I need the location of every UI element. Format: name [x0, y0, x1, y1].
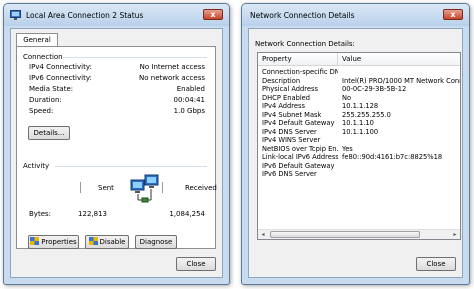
duration-label: Duration: — [29, 96, 62, 104]
details-window-title: Network Connection Details — [250, 11, 355, 20]
speed-label: Speed: — [29, 107, 54, 115]
ipv6-connectivity-value: No network access — [139, 74, 205, 82]
property-cell: Physical Address — [262, 85, 318, 93]
bytes-received-value: 1,084,254 — [169, 210, 205, 218]
table-row[interactable]: IPv6 DNS Server — [258, 170, 460, 178]
activity-heading: Activity — [23, 162, 50, 170]
bytes-sent-value: 122,813 — [78, 210, 107, 218]
table-row[interactable]: IPv4 Address 10.1.1.128 — [258, 102, 460, 110]
ipv4-connectivity-value: No Internet access — [139, 63, 205, 71]
general-tab-panel: Connection IPv4 Connectivity: No Interne… — [16, 46, 217, 249]
status-window-titlebar[interactable]: Local Area Connection 2 Status x — [4, 4, 229, 26]
value-cell: No — [342, 93, 352, 102]
close-button[interactable]: Close — [176, 257, 216, 271]
details-window: Network Connection Details x Network Con… — [241, 3, 470, 285]
property-cell: IPv4 Address — [262, 102, 305, 110]
table-row[interactable]: IPv4 Subnet Mask 255.255.255.0 — [258, 111, 460, 119]
column-header-value[interactable]: Value — [338, 53, 460, 66]
table-row[interactable]: IPv4 WINS Server — [258, 136, 460, 144]
received-label: Received — [185, 184, 217, 192]
value-cell: Yes — [342, 144, 353, 153]
shield-properties-icon — [30, 237, 40, 245]
list-header: Property Value — [258, 53, 460, 66]
network-connection-icon — [10, 10, 21, 20]
details-window-titlebar[interactable]: Network Connection Details x — [242, 4, 469, 26]
ipv4-connectivity-label: IPv4 Connectivity: — [29, 63, 92, 71]
table-row[interactable]: NetBIOS over Tcpip En... Yes — [258, 145, 460, 153]
property-cell: IPv6 Default Gateway — [262, 161, 335, 170]
column-header-property[interactable]: Property — [258, 53, 338, 66]
property-cell: Description — [262, 76, 301, 85]
speed-value: 1.0 Gbps — [173, 107, 205, 115]
diagnose-button[interactable]: Diagnose — [135, 235, 177, 249]
value-cell: fe80::90d:4161:b7c:8825%18 — [342, 153, 443, 161]
table-row[interactable]: DHCP Enabled No — [258, 94, 460, 102]
value-cell: 255.255.255.0 — [342, 110, 391, 119]
property-cell: IPv4 Subnet Mask — [262, 110, 322, 119]
scroll-right-arrow-icon[interactable]: ▸ — [450, 230, 460, 239]
table-row[interactable]: Link-local IPv6 Address fe80::90d:4161:b… — [258, 153, 460, 161]
table-row[interactable]: IPv4 Default Gateway 10.1.1.10 — [258, 119, 460, 127]
property-cell: DHCP Enabled — [262, 93, 311, 102]
shield-disable-icon — [88, 237, 98, 245]
property-cell: IPv4 Default Gateway — [262, 119, 335, 127]
media-state-value: Enabled — [176, 85, 205, 93]
property-cell: Link-local IPv6 Address — [262, 153, 338, 161]
table-row[interactable]: IPv4 DNS Server 10.1.1.100 — [258, 128, 460, 136]
network-computers-icon — [130, 174, 159, 203]
table-row[interactable]: Connection-specific DN... — [258, 68, 460, 76]
disable-button[interactable]: Disable — [85, 235, 129, 249]
details-list-label: Network Connection Details: — [255, 40, 355, 48]
property-cell: Connection-specific DN... — [262, 68, 338, 76]
details-window-client: Network Connection Details: Property Val… — [248, 28, 463, 278]
received-separator — [162, 182, 163, 193]
media-state-label: Media State: — [29, 85, 74, 93]
property-cell: IPv4 DNS Server — [262, 127, 317, 136]
scroll-left-arrow-icon[interactable]: ◂ — [258, 230, 268, 239]
sent-separator — [80, 182, 81, 193]
connection-heading: Connection — [23, 53, 63, 61]
activity-divider — [55, 166, 207, 167]
property-cell: IPv6 DNS Server — [262, 170, 317, 178]
bytes-label: Bytes: — [29, 210, 52, 218]
close-icon[interactable]: x — [203, 9, 223, 20]
duration-value: 00:04:41 — [173, 96, 205, 104]
status-window-client: General Connection IPv4 Connectivity: No… — [10, 28, 223, 278]
horizontal-scrollbar[interactable]: ◂ ▸ — [258, 229, 460, 239]
value-cell: 10.1.1.128 — [342, 102, 379, 110]
table-row[interactable]: IPv6 Default Gateway — [258, 162, 460, 170]
ipv6-connectivity-label: IPv6 Connectivity: — [29, 74, 92, 82]
properties-button-label: Properties — [41, 238, 77, 246]
value-cell: 10.1.1.100 — [342, 127, 379, 136]
details-list-view[interactable]: Property Value Connection-specific DN...… — [257, 52, 461, 240]
details-button[interactable]: Details... — [28, 126, 70, 140]
property-cell: IPv4 WINS Server — [262, 136, 321, 144]
value-cell: 10.1.1.10 — [342, 119, 374, 127]
value-cell: 00-0C-29-3B-5B-12 — [342, 85, 407, 93]
disable-button-label: Disable — [99, 238, 126, 246]
scrollbar-thumb[interactable] — [270, 231, 420, 238]
property-cell: NetBIOS over Tcpip En... — [262, 144, 338, 153]
sent-label: Sent — [98, 184, 114, 192]
close-icon[interactable]: x — [443, 9, 463, 20]
connection-divider — [63, 57, 207, 58]
close-button[interactable]: Close — [416, 257, 456, 271]
tab-general[interactable]: General — [16, 33, 58, 47]
status-window-title: Local Area Connection 2 Status — [26, 11, 144, 20]
table-row[interactable]: Description Intel(R) PRO/1000 MT Network… — [258, 77, 460, 85]
table-row[interactable]: Physical Address 00-0C-29-3B-5B-12 — [258, 85, 460, 93]
status-window: Local Area Connection 2 Status x General… — [3, 3, 230, 285]
properties-button[interactable]: Properties — [28, 235, 79, 249]
value-cell: Intel(R) PRO/1000 MT Network Connecti — [342, 76, 460, 85]
